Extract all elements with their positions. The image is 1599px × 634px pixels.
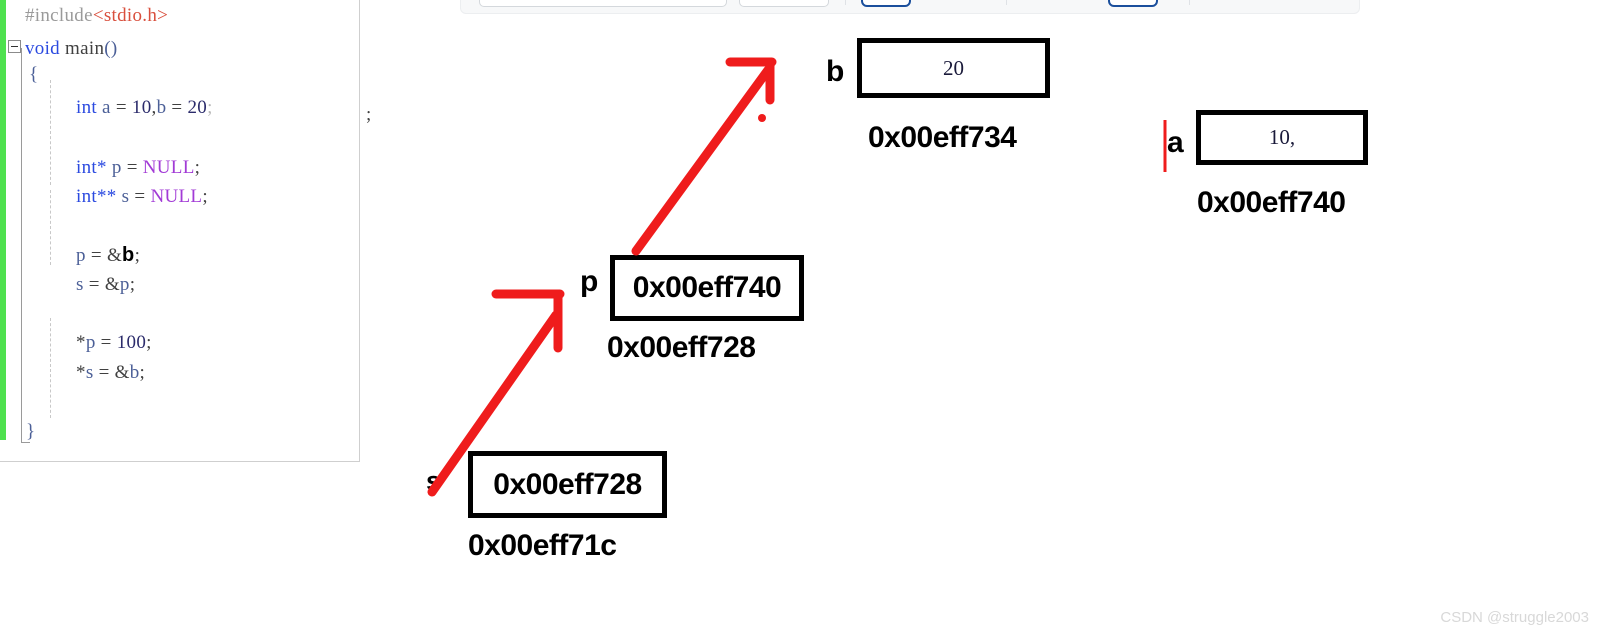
code-token: main (65, 38, 105, 59)
memory-cell-p: 0x00eff740 (610, 255, 804, 321)
code-line: #include<stdio.h> (25, 6, 168, 25)
code-line: void main() (25, 39, 118, 58)
var-label-p: p (580, 265, 599, 298)
code-token: * (76, 332, 86, 353)
code-token: = (93, 362, 115, 383)
code-token: NULL (142, 157, 195, 178)
toolbar-separator-3 (1189, 0, 1190, 5)
code-token: = (85, 245, 107, 266)
code-line: int* p = NULL; (76, 158, 200, 177)
code-token: = (166, 97, 188, 118)
code-token: b (156, 97, 167, 118)
code-editor-pane[interactable]: #include<stdio.h> void main() { int a = … (0, 0, 371, 462)
annotation-dot (758, 114, 766, 122)
memory-cell-s: 0x00eff728 (468, 451, 667, 518)
code-token: #include (25, 5, 93, 26)
fold-collapse-icon[interactable] (8, 40, 21, 53)
code-line: *s = &b; (76, 363, 145, 382)
top-toolbar (460, 0, 1360, 14)
memory-cell-p-address: 0x00eff728 (607, 331, 756, 364)
stray-semicolon: ; (366, 104, 372, 125)
code-token: = (95, 332, 117, 353)
code-line: int a = 10,b = 20; (76, 98, 213, 117)
code-token: int (76, 97, 97, 118)
code-line: int** s = NULL; (76, 187, 208, 206)
memory-cell-b: 20 (857, 38, 1050, 98)
code-token: = (121, 157, 143, 178)
memory-cell-p-value: 0x00eff740 (632, 271, 782, 304)
code-token: ; (146, 332, 152, 353)
code-token: ; (202, 186, 208, 207)
fold-rail-foot (21, 442, 30, 443)
code-line: { (29, 65, 38, 84)
memory-cell-b-address: 0x00eff734 (868, 121, 1017, 154)
code-token: 20 (187, 97, 208, 118)
code-token: * (76, 362, 86, 383)
code-token: int** (76, 186, 117, 207)
memory-cell-a: 10, (1196, 110, 1368, 165)
code-token: & (114, 362, 130, 383)
code-token: 100 (116, 332, 147, 353)
toolbar-primary-button-1[interactable] (861, 0, 911, 7)
indent-guide-2 (50, 190, 51, 265)
var-label-a: a (1167, 126, 1184, 159)
code-token: = (129, 186, 151, 207)
code-token: & (106, 245, 123, 266)
code-token: ; (207, 97, 213, 118)
var-label-b: b (826, 55, 845, 88)
code-line: p = &b; (76, 244, 141, 266)
code-token: ; (139, 362, 146, 383)
toolbar-separator-2 (1006, 0, 1007, 5)
memory-cell-s-address: 0x00eff71c (468, 529, 617, 562)
code-token: int* (76, 157, 107, 178)
toolbar-search-field[interactable] (479, 0, 727, 7)
toolbar-filter-field[interactable] (739, 0, 829, 7)
code-token: p (119, 274, 130, 295)
code-token: p (85, 332, 96, 353)
code-token: p (76, 245, 86, 266)
toolbar-separator-1 (845, 0, 846, 5)
indent-guide-1 (50, 80, 51, 185)
code-line: s = &p; (76, 275, 135, 294)
code-token: } (26, 421, 36, 442)
code-token: { (29, 64, 39, 85)
screenshot-root: #include<stdio.h> void main() { int a = … (0, 0, 1599, 634)
code-token: = (110, 97, 132, 118)
code-token: 10 (131, 97, 152, 118)
code-token: () (104, 38, 118, 59)
code-token: ; (129, 274, 136, 295)
code-token: s (85, 362, 94, 383)
code-token: b (122, 244, 135, 266)
fold-rail (21, 48, 22, 443)
code-line: *p = 100; (76, 333, 152, 352)
watermark: CSDN @struggle2003 (1440, 609, 1589, 626)
code-line: } (26, 422, 35, 441)
code-token: b (129, 362, 140, 383)
arrow-p-to-b (631, 57, 777, 256)
memory-cell-b-value: 20 (943, 55, 964, 80)
memory-cell-a-value: 10, (1268, 125, 1296, 149)
code-token: & (104, 274, 120, 295)
code-token: <stdio.h> (92, 5, 169, 26)
toolbar-primary-button-2[interactable] (1108, 0, 1158, 7)
code-token: ; (134, 245, 141, 266)
code-token: = (83, 274, 105, 295)
code-token: void (25, 38, 60, 59)
memory-cell-a-address: 0x00eff740 (1197, 186, 1346, 219)
editor-change-bar (0, 0, 6, 440)
indent-guide-3 (50, 318, 51, 418)
code-token: s (76, 274, 84, 295)
code-token: a (102, 97, 111, 118)
code-token: NULL (150, 186, 203, 207)
memory-cell-s-value: 0x00eff728 (493, 467, 642, 501)
code-token: ; (194, 157, 201, 178)
code-token: p (111, 157, 122, 178)
var-label-s: s (426, 466, 442, 496)
